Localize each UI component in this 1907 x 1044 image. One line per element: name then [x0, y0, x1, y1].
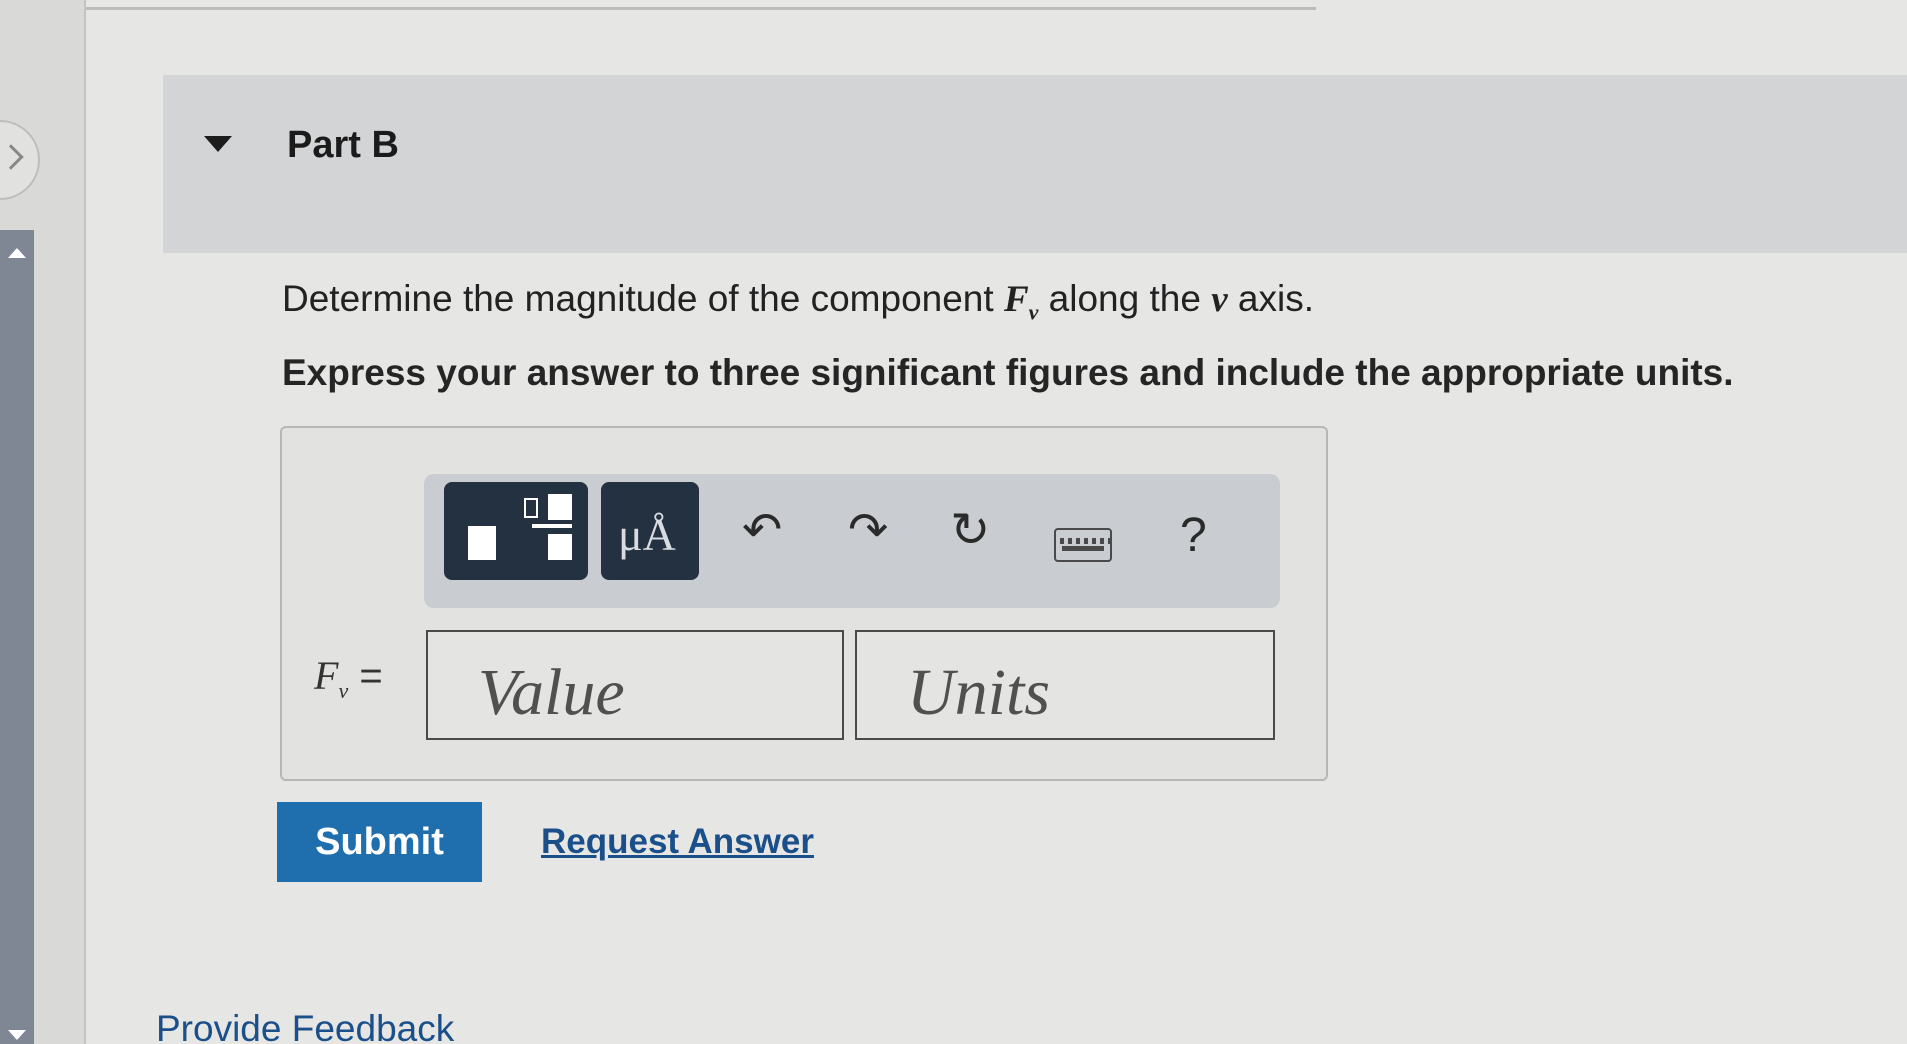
question-prefix: Determine the magnitude of the component: [282, 278, 1004, 319]
force-symbol: Fv: [1003, 279, 1038, 324]
undo-icon[interactable]: ↶: [742, 502, 782, 558]
top-frame: [86, 0, 1316, 10]
scroll-up-arrow-icon[interactable]: [8, 248, 26, 258]
question-suffix: axis.: [1227, 278, 1314, 319]
instruction-text: Express your answer to three significant…: [282, 352, 1734, 393]
answer-var-subscript: v: [338, 678, 349, 703]
redo-icon[interactable]: ↷: [848, 502, 888, 558]
units-icon: μÅ: [618, 509, 676, 560]
question-middle: along the: [1038, 278, 1212, 319]
force-subscript: v: [1028, 299, 1039, 325]
equals-sign: =: [359, 654, 383, 698]
collapse-triangle-icon[interactable]: [204, 136, 232, 152]
provide-feedback-link[interactable]: Provide Feedback: [156, 1008, 454, 1044]
question-text: Determine the magnitude of the component…: [282, 278, 1314, 325]
request-answer-link[interactable]: Request Answer: [541, 822, 814, 862]
reset-icon[interactable]: ↻: [950, 502, 990, 558]
force-letter: F: [1003, 279, 1029, 320]
scrollbar[interactable]: [0, 230, 34, 1044]
units-input[interactable]: [855, 630, 1275, 740]
submit-button[interactable]: Submit: [277, 802, 482, 882]
part-header[interactable]: [163, 75, 1907, 253]
answer-variable-label: Fv =: [314, 652, 383, 704]
part-title: Part B: [287, 124, 399, 166]
answer-var-letter: F: [314, 653, 339, 698]
templates-button[interactable]: [444, 482, 588, 580]
axis-variable: v: [1211, 279, 1228, 320]
scroll-down-arrow-icon[interactable]: [8, 1030, 26, 1040]
answer-var-symbol: Fv: [314, 653, 348, 703]
value-input[interactable]: [426, 630, 844, 740]
help-icon[interactable]: ?: [1180, 508, 1207, 563]
keyboard-icon[interactable]: [1054, 528, 1112, 562]
keyboard-spacebar: [1062, 546, 1104, 551]
